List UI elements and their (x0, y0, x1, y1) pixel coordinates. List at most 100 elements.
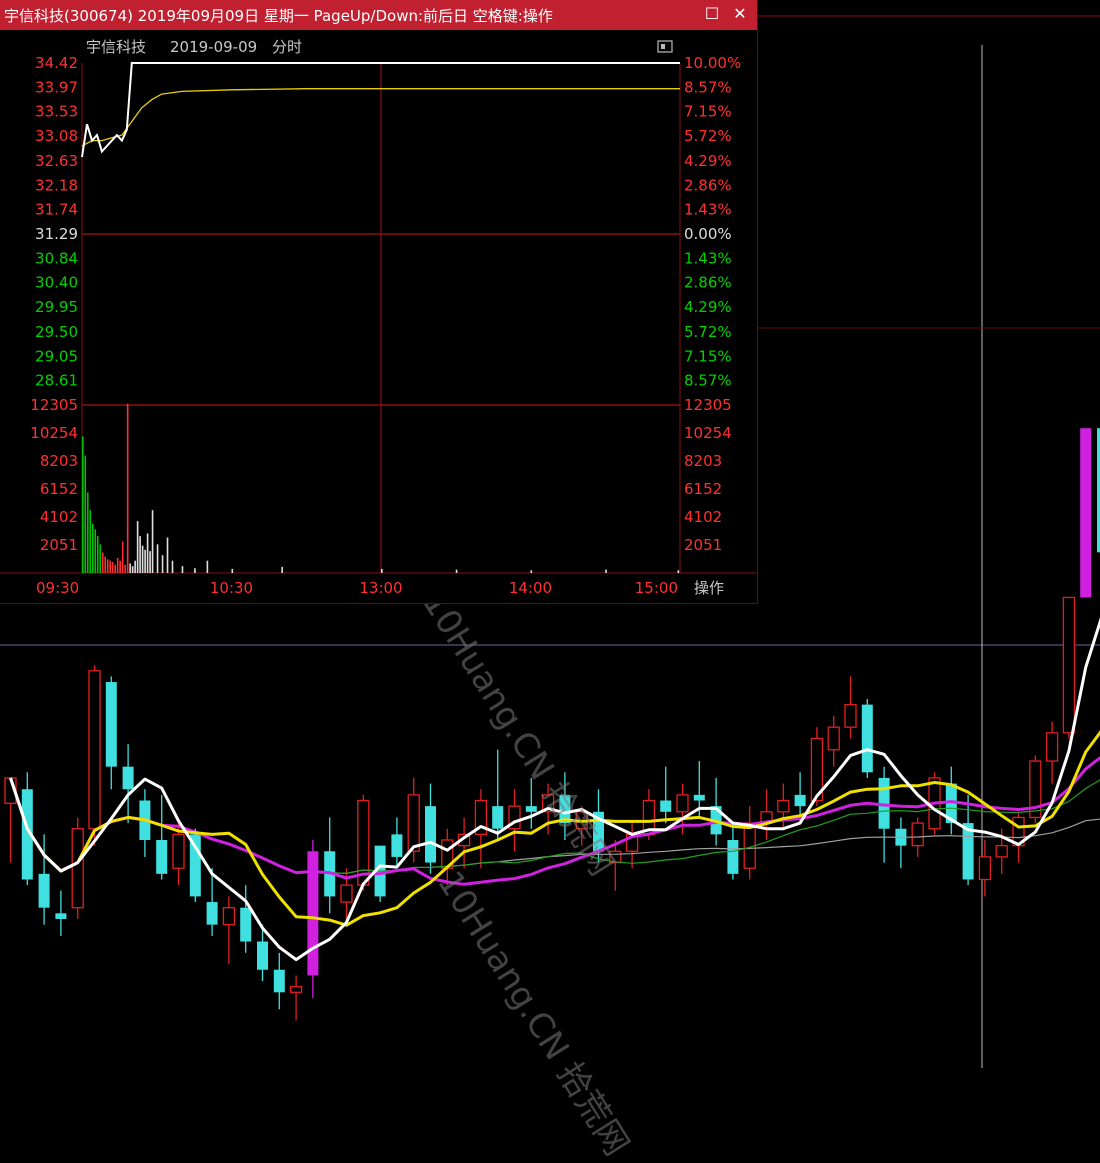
minute-chart[interactable]: 宇信科技2019-09-09分时34.4210.00%33.978.57%33.… (0, 30, 757, 603)
volume-bar (167, 538, 169, 573)
volume-bar (84, 456, 86, 573)
candle-body (72, 829, 83, 908)
kline-candle (559, 772, 570, 840)
candle-body (677, 795, 688, 812)
volume-bar (97, 536, 99, 573)
pct-tick-label: 8.57% (684, 371, 732, 389)
volume-bar (112, 562, 114, 573)
price-tick-label: 29.05 (35, 347, 78, 365)
candle-body (257, 942, 268, 970)
volume-bar (82, 436, 84, 573)
volume-bar (129, 563, 131, 573)
volume-bar (127, 404, 129, 573)
volume-tick-label: 2051 (40, 536, 78, 554)
kline-candle (156, 795, 167, 880)
kline-candle (459, 817, 470, 868)
candle-body (89, 671, 100, 829)
volume-bar (109, 561, 111, 573)
candle-body (1080, 428, 1091, 597)
candle-body (996, 846, 1007, 857)
volume-bar (94, 529, 96, 573)
time-axis-label: 09:30 (36, 579, 79, 597)
price-tick-label: 34.42 (35, 54, 78, 72)
volume-bar (207, 561, 209, 573)
ops-label[interactable]: 操作 (694, 579, 724, 597)
chart-date: 2019-09-09 (170, 38, 257, 56)
kline-candle (526, 778, 537, 829)
candle-body (55, 913, 66, 919)
price-tick-label: 31.29 (35, 225, 78, 243)
kline-candle (660, 767, 671, 823)
kline-candle (324, 817, 335, 913)
kline-candle (845, 676, 856, 738)
kline-candle (72, 817, 83, 919)
price-tick-label: 33.97 (35, 79, 78, 97)
time-axis-label: 15:00 (635, 579, 678, 597)
candle-body (190, 834, 201, 896)
volume-bar (132, 566, 134, 573)
price-tick-label: 32.18 (35, 176, 78, 194)
candle-body (727, 840, 738, 874)
candle-body (795, 795, 806, 806)
volume-bar (281, 567, 283, 573)
toggle-icon-fill (661, 44, 665, 49)
volume-bar (104, 557, 106, 573)
kline-candle (744, 806, 755, 879)
candle-body (660, 801, 671, 812)
candle-body (123, 767, 134, 790)
volume-bar (678, 570, 680, 573)
volume-bar (144, 550, 146, 573)
kline-candle (828, 716, 839, 767)
candle-body (39, 874, 50, 908)
close-icon[interactable]: ✕ (730, 4, 750, 24)
volume-bar (149, 551, 151, 573)
volume-bar (381, 569, 383, 573)
volume-bar (182, 566, 184, 573)
volume-bar (157, 544, 159, 573)
volume-bar (89, 510, 91, 573)
kline-candle (223, 896, 234, 964)
price-tick-label: 29.95 (35, 298, 78, 316)
pct-tick-label: 2.86% (684, 274, 732, 292)
kline-candle (1047, 722, 1058, 784)
volume-bar (531, 570, 533, 573)
price-tick-label: 28.61 (35, 371, 78, 389)
maximize-icon[interactable]: ☐ (702, 4, 722, 24)
candle-body (828, 727, 839, 750)
time-axis-label: 13:00 (359, 579, 402, 597)
kline-candle (963, 795, 974, 885)
volume-tick-label-right: 12305 (684, 396, 732, 414)
candle-body (240, 908, 251, 942)
volume-bar (117, 558, 119, 573)
price-tick-label: 29.50 (35, 323, 78, 341)
kline-candle (1080, 428, 1091, 597)
kline-candle (879, 767, 890, 863)
volume-bar (114, 565, 116, 573)
price-tick-label: 30.84 (35, 250, 78, 268)
kline-candle (274, 953, 285, 1009)
pct-tick-label: 7.15% (684, 347, 732, 365)
volume-tick-label-right: 6152 (684, 480, 722, 498)
minute-chart-window[interactable]: 宇信科技(300674) 2019年09月09日 星期一 PageUp/Down… (0, 0, 758, 604)
price-tick-label: 33.53 (35, 103, 78, 121)
candle-body (845, 705, 856, 728)
volume-bar (99, 544, 101, 573)
pct-tick-label: 8.57% (684, 79, 732, 97)
toggle-icon[interactable] (658, 41, 672, 52)
kline-candle (492, 750, 503, 840)
time-axis-label: 10:30 (210, 579, 253, 597)
candle-body (912, 823, 923, 846)
window-titlebar[interactable]: 宇信科技(300674) 2019年09月09日 星期一 PageUp/Down… (0, 0, 757, 30)
candle-body (106, 682, 117, 767)
candle-body (1063, 597, 1074, 732)
pct-tick-label: 5.72% (684, 323, 732, 341)
pct-tick-label: 4.29% (684, 152, 732, 170)
volume-bar (137, 521, 139, 573)
volume-bar (162, 555, 164, 573)
candle-body (526, 806, 537, 812)
volume-bar (92, 524, 94, 573)
kline-candle (1030, 755, 1041, 823)
kline-candle (55, 891, 66, 936)
pct-tick-label: 4.29% (684, 298, 732, 316)
stock-name: 宇信科技 (86, 38, 146, 56)
